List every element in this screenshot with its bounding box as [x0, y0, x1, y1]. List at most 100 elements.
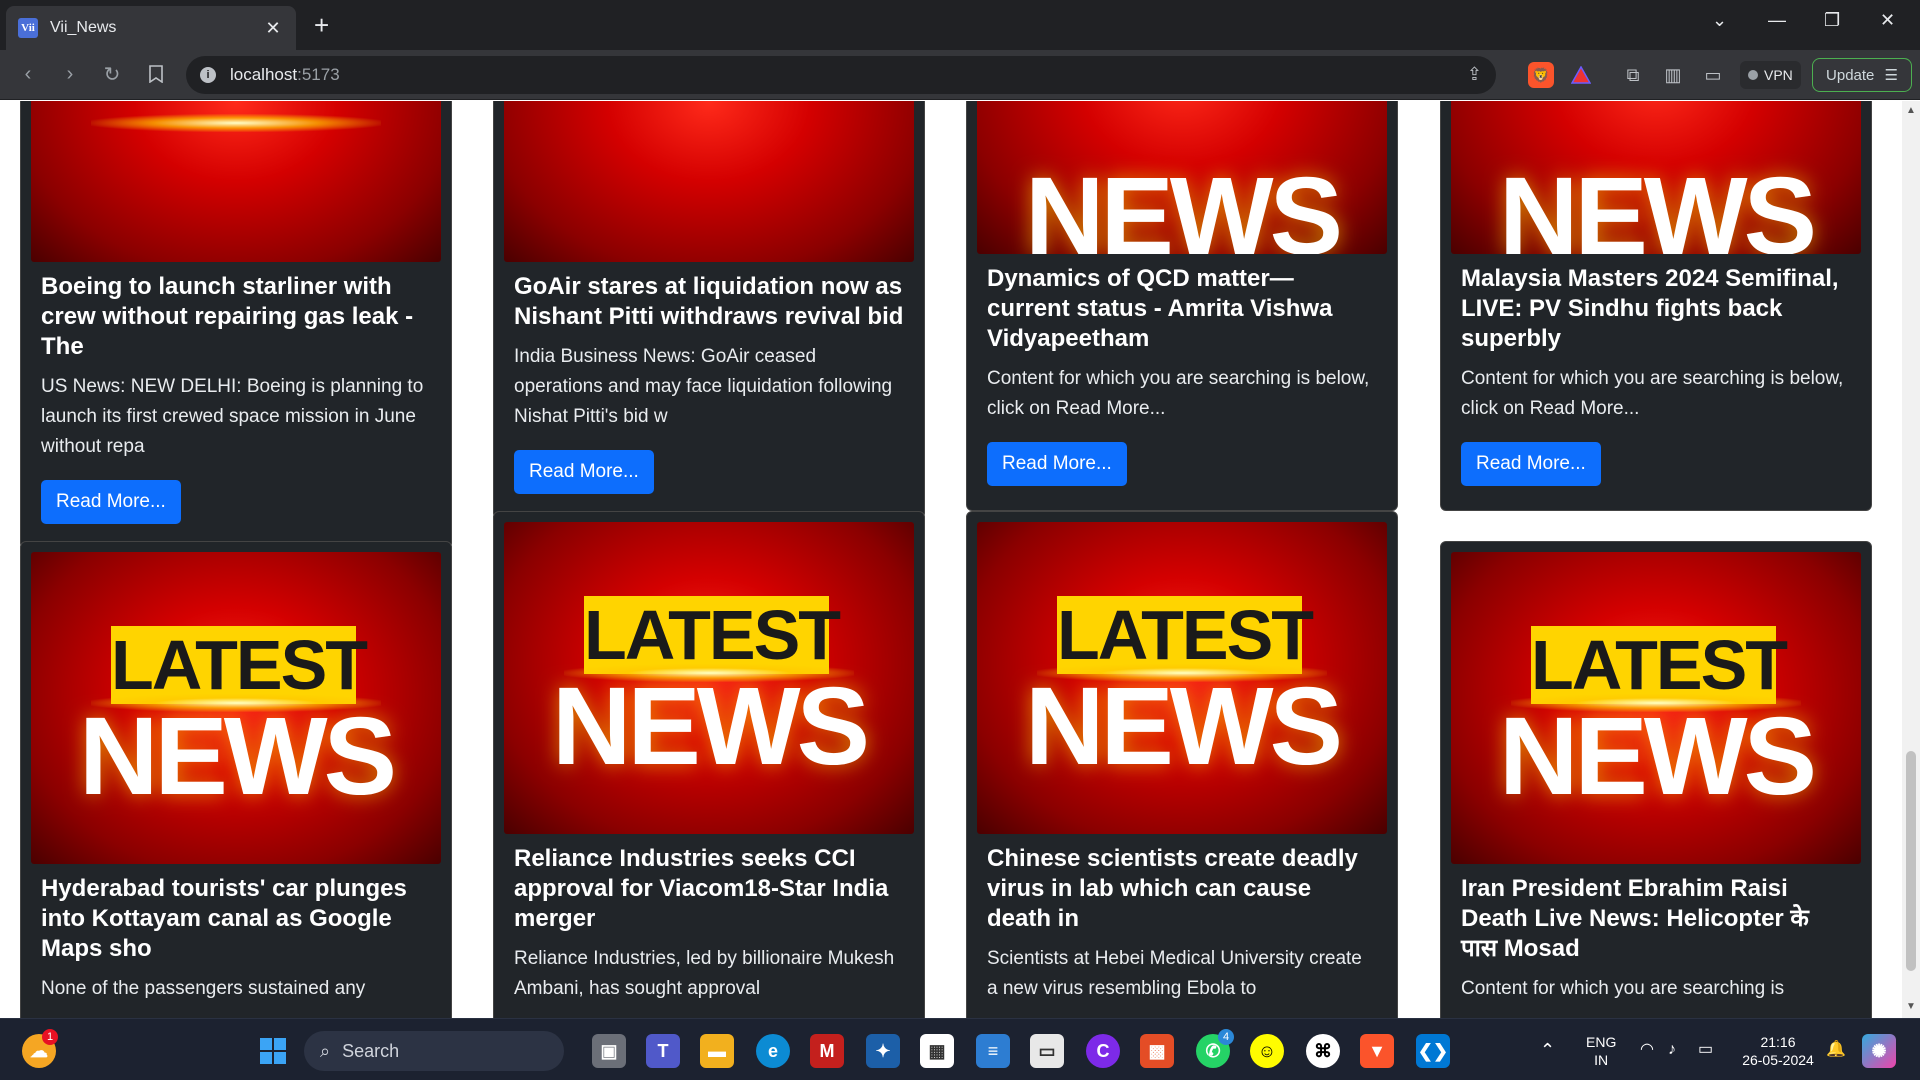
whatsapp-badge: 4 — [1218, 1029, 1234, 1045]
minimize-button[interactable]: — — [1768, 10, 1786, 31]
extensions-icon[interactable]: ⧉ — [1620, 62, 1646, 88]
vscode-icon[interactable]: ❮❯ — [1416, 1034, 1450, 1068]
news-description: India Business News: GoAir ceased operat… — [514, 346, 893, 427]
notification-bell-icon[interactable]: 🔔 — [1826, 1041, 1846, 1059]
menu-icon: ☰ — [1884, 67, 1898, 84]
taskbar-search[interactable]: ⌕ Search — [304, 1031, 564, 1071]
news-label: NEWS — [1025, 665, 1343, 788]
windows-taskbar: ☁ 1 ⌕ Search ▣ T ▬ e M ✦ ▦ ≡ ▭ C ▩ ✆ 4 ☺… — [0, 1018, 1920, 1080]
read-more-button[interactable]: Read More... — [514, 450, 654, 494]
search-icon: ⌕ — [320, 1040, 331, 1061]
browser-tab-active[interactable]: Vii Vii_News ✕ — [6, 6, 296, 50]
tab-search-chevron-icon[interactable]: ⌄ — [1712, 10, 1727, 31]
news-description: US News: NEW DELHI: Boeing is planning t… — [41, 376, 424, 457]
file-explorer-icon[interactable]: ▬ — [700, 1034, 734, 1068]
mcafee-icon[interactable]: M — [810, 1034, 844, 1068]
update-button[interactable]: Update ☰ — [1812, 58, 1912, 92]
update-label: Update — [1826, 66, 1875, 84]
copilot-icon[interactable]: ✺ — [1862, 1034, 1896, 1068]
scroll-up-arrow-icon[interactable]: ▲ — [1906, 105, 1916, 116]
news-label: NEWS — [79, 695, 397, 818]
restore-button[interactable]: ❐ — [1824, 10, 1840, 31]
search-label: Search — [342, 1040, 400, 1061]
read-more-button[interactable]: Read More... — [1461, 442, 1601, 486]
vpn-status-icon — [1748, 70, 1758, 80]
latest-label: LATEST — [1057, 596, 1314, 674]
news-label: NEWS — [1499, 695, 1817, 818]
latest-label: LATEST — [111, 626, 368, 704]
battery-icon[interactable]: ▭ — [1698, 1041, 1713, 1059]
news-title: Reliance Industries seeks CCI approval f… — [514, 845, 889, 932]
brave-browser-icon[interactable]: ▼ — [1360, 1034, 1394, 1068]
github-icon[interactable]: ⌘ — [1306, 1034, 1340, 1068]
read-more-button[interactable]: Read More... — [987, 442, 1127, 486]
read-more-button[interactable]: Read More... — [41, 480, 181, 524]
news-title: Hyderabad tourists' car plunges into Kot… — [41, 875, 407, 962]
vpn-label: VPN — [1764, 67, 1793, 83]
news-image: NEWS — [1451, 101, 1861, 254]
wallet-icon[interactable]: ▭ — [1700, 62, 1726, 88]
browser-title-bar: Vii Vii_News ✕ + ⌄ — ❐ ✕ — [0, 0, 1920, 50]
wifi-icon[interactable]: ◠ — [1640, 1041, 1654, 1059]
news-description: Content for which you are searching is b… — [1461, 368, 1844, 419]
start-windows-icon[interactable] — [256, 1034, 290, 1068]
car-app-icon[interactable]: ▭ — [1030, 1034, 1064, 1068]
lang-line2: IN — [1594, 1052, 1609, 1068]
news-description: Content for which you are searching is b… — [987, 368, 1370, 419]
news-card: LATEST NEWS Chinese scientists create de… — [966, 511, 1398, 1018]
reload-button[interactable]: ↻ — [98, 60, 126, 88]
news-image — [31, 101, 441, 262]
sidebar-icon[interactable]: ▥ — [1660, 62, 1686, 88]
news-description: Content for which you are searching is — [1461, 978, 1785, 999]
notepad-icon[interactable]: ≡ — [976, 1034, 1010, 1068]
news-image: NEWS — [977, 101, 1387, 254]
microsoft-store-icon[interactable]: ▦ — [920, 1034, 954, 1068]
brave-shields-icon[interactable]: 🦁 — [1528, 62, 1554, 88]
vpn-button[interactable]: VPN — [1740, 61, 1801, 89]
site-favicon-icon: Vii — [18, 18, 38, 38]
tab-close-icon[interactable]: ✕ — [262, 18, 284, 39]
page-scrollbar[interactable]: ▲ ▼ — [1902, 101, 1920, 1018]
news-title: Boeing to launch starliner with crew wit… — [41, 273, 414, 360]
latest-label: LATEST — [1531, 626, 1788, 704]
news-title: Malaysia Masters 2024 Semifinal, LIVE: P… — [1461, 265, 1839, 352]
app-icon[interactable]: ✦ — [866, 1034, 900, 1068]
news-card: Boeing to launch starliner with crew wit… — [20, 101, 452, 549]
news-card: NEWS Dynamics of QCD matter— current sta… — [966, 101, 1398, 511]
language-indicator[interactable]: ENG IN — [1586, 1033, 1616, 1069]
url-port: :5173 — [297, 65, 340, 84]
news-label: NEWS — [552, 665, 870, 788]
clock[interactable]: 21:16 26-05-2024 — [1738, 1033, 1818, 1069]
share-icon[interactable]: ⇪ — [1467, 64, 1482, 85]
volume-icon[interactable]: ♪ — [1668, 1041, 1676, 1059]
bookmark-icon[interactable] — [142, 60, 170, 88]
back-button[interactable]: ‹ — [14, 60, 42, 88]
forward-button[interactable]: › — [56, 60, 84, 88]
news-title: Dynamics of QCD matter— current status -… — [987, 265, 1333, 352]
latest-label: LATEST — [584, 596, 841, 674]
news-description: Reliance Industries, led by billionaire … — [514, 948, 895, 999]
edge-icon[interactable]: e — [756, 1034, 790, 1068]
app-icon-2[interactable]: ▩ — [1140, 1034, 1174, 1068]
scroll-down-arrow-icon[interactable]: ▼ — [1906, 1001, 1916, 1012]
new-tab-button[interactable]: + — [314, 10, 329, 40]
news-title: Chinese scientists create deadly virus i… — [987, 845, 1358, 932]
snapchat-icon[interactable]: ☺ — [1250, 1034, 1284, 1068]
brave-rewards-icon[interactable] — [1568, 62, 1594, 88]
news-card: LATEST NEWS Iran President Ebrahim Raisi… — [1440, 541, 1872, 1018]
teams-icon[interactable]: T — [646, 1034, 680, 1068]
tab-title: Vii_News — [50, 19, 117, 36]
news-card: GoAir stares at liquidation now as Nisha… — [493, 101, 925, 519]
close-window-button[interactable]: ✕ — [1880, 10, 1895, 31]
show-hidden-icons-chevron-icon[interactable]: ⌃ — [1540, 1041, 1555, 1059]
canva-icon[interactable]: C — [1086, 1034, 1120, 1068]
site-info-icon[interactable]: i — [200, 67, 216, 83]
browser-toolbar: ‹ › ↻ i localhost:5173 ⇪ 🦁 ⧉ ▥ ▭ VPN Upd… — [0, 50, 1920, 100]
task-view-icon[interactable]: ▣ — [592, 1034, 626, 1068]
news-image: LATEST NEWS — [31, 552, 441, 864]
news-title: Iran President Ebrahim Raisi Death Live … — [1461, 875, 1809, 962]
news-card: NEWS Malaysia Masters 2024 Semifinal, LI… — [1440, 101, 1872, 511]
news-description: Scientists at Hebei Medical University c… — [987, 948, 1362, 999]
address-bar[interactable]: i localhost:5173 ⇪ — [186, 56, 1496, 94]
scroll-thumb[interactable] — [1906, 751, 1916, 971]
